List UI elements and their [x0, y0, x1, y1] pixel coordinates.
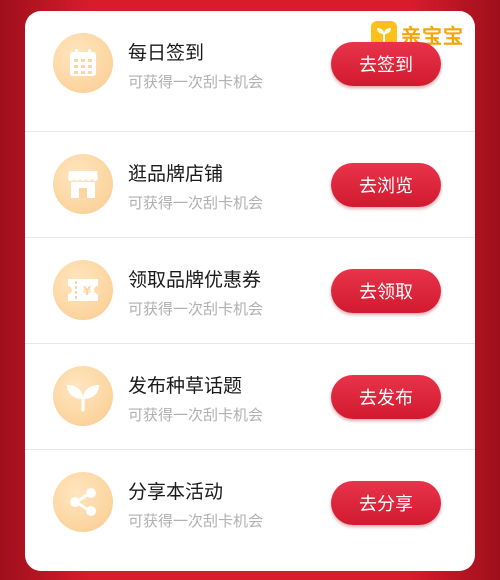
task-title: 分享本活动: [128, 481, 224, 503]
task-subtitle: 可获得一次刮卡机会: [128, 406, 264, 424]
browse-button[interactable]: 去浏览: [331, 163, 441, 207]
share-icon: [53, 472, 113, 532]
task-row-share: 分享本活动 可获得一次刮卡机会 去分享: [25, 450, 475, 555]
task-row-post: 发布种草话题 可获得一次刮卡机会 去发布: [25, 344, 475, 449]
task-row-browse: 逛品牌店铺 可获得一次刮卡机会 去浏览: [25, 132, 475, 237]
task-title: 领取品牌优惠券: [128, 269, 262, 291]
task-subtitle: 可获得一次刮卡机会: [128, 73, 264, 91]
task-subtitle: 可获得一次刮卡机会: [128, 194, 264, 212]
task-row-checkin: 每日签到 可获得一次刮卡机会 去签到: [25, 11, 475, 116]
task-title: 每日签到: [128, 42, 205, 64]
leaf-icon: [53, 366, 113, 426]
task-title: 发布种草话题: [128, 375, 243, 397]
post-button[interactable]: 去发布: [331, 375, 441, 419]
task-title: 逛品牌店铺: [128, 163, 224, 185]
svg-text:¥: ¥: [83, 284, 92, 298]
claim-coupon-button[interactable]: 去领取: [331, 269, 441, 313]
task-subtitle: 可获得一次刮卡机会: [128, 300, 264, 318]
checkin-button[interactable]: 去签到: [331, 42, 441, 86]
task-row-coupon: ¥ 领取品牌优惠券 可获得一次刮卡机会 去领取: [25, 238, 475, 343]
shop-icon: [53, 154, 113, 214]
share-button[interactable]: 去分享: [331, 481, 441, 525]
coupon-icon: ¥: [53, 260, 113, 320]
task-card: 亲宝宝 每日签到 可获得一次刮卡机会 去签到 逛品牌店铺 可获得一次刮卡机会 去…: [25, 11, 475, 571]
calendar-icon: [53, 33, 113, 93]
task-subtitle: 可获得一次刮卡机会: [128, 512, 264, 530]
